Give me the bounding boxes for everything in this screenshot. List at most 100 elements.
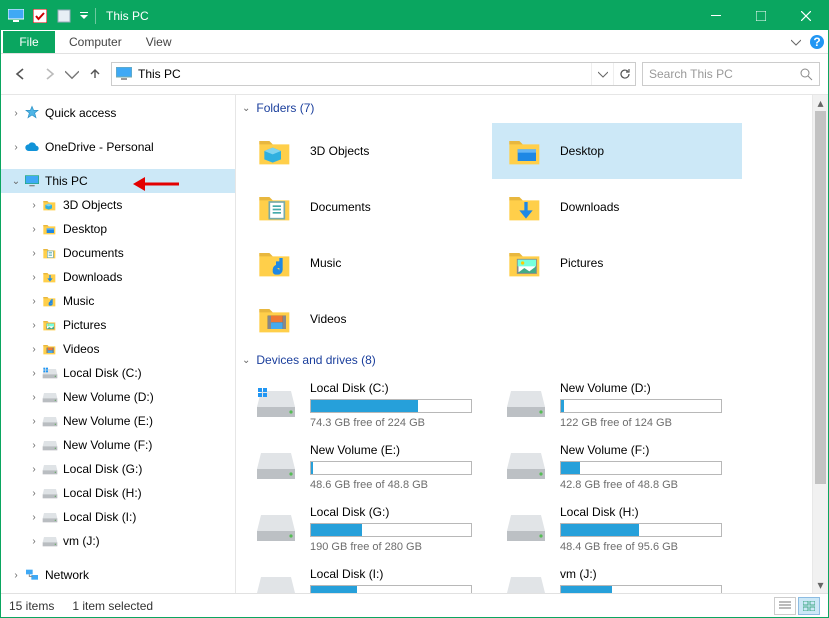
tree-item[interactable]: ›Music [1, 289, 235, 313]
chevron-right-icon[interactable]: › [9, 570, 23, 581]
maximize-button[interactable] [738, 1, 783, 30]
tree-item[interactable]: ›3D Objects [1, 193, 235, 217]
chevron-right-icon[interactable]: › [27, 464, 41, 475]
chevron-right-icon[interactable]: › [27, 416, 41, 427]
tree-item[interactable]: ›Documents [1, 241, 235, 265]
chevron-down-icon[interactable]: ⌄ [242, 103, 250, 114]
chevron-down-icon[interactable]: ⌄ [9, 176, 23, 187]
drive-item[interactable]: vm (J:) 281 GB free of 411 GB [492, 561, 742, 593]
details-view-button[interactable] [774, 597, 796, 615]
view-tab[interactable]: View [134, 30, 184, 53]
scroll-up-icon[interactable]: ▴ [813, 95, 828, 111]
tree-item[interactable]: ›Quick access [1, 101, 235, 125]
chevron-right-icon[interactable]: › [27, 224, 41, 235]
chevron-right-icon[interactable]: › [27, 344, 41, 355]
new-folder-icon[interactable] [53, 5, 75, 27]
chevron-right-icon[interactable]: › [27, 320, 41, 331]
folders-group-header[interactable]: ⌄Folders (7) [242, 95, 812, 123]
tree-item[interactable]: › Local Disk (H:) [1, 481, 235, 505]
folder-item[interactable]: Videos [242, 291, 492, 347]
tree-item-label: Local Disk (H:) [63, 486, 142, 500]
drive-icon [41, 388, 59, 406]
vertical-scrollbar[interactable]: ▴ ▾ [812, 95, 828, 593]
tree-item[interactable]: ›Network [1, 563, 235, 587]
tree-item[interactable]: ›Videos [1, 337, 235, 361]
address-bar[interactable]: This PC [111, 62, 636, 86]
help-icon[interactable]: ? [806, 30, 828, 53]
tree-item[interactable]: ⌄This PC [1, 169, 235, 193]
drive-icon [41, 412, 59, 430]
chevron-right-icon[interactable]: › [27, 248, 41, 259]
folder-item[interactable]: Documents [242, 179, 492, 235]
address-location: This PC [138, 67, 181, 81]
chevron-right-icon[interactable]: › [27, 296, 41, 307]
back-button[interactable] [9, 62, 33, 86]
drive-item[interactable]: New Volume (D:) 122 GB free of 124 GB [492, 375, 742, 437]
chevron-down-icon[interactable]: ⌄ [242, 355, 250, 366]
drive-item[interactable]: Local Disk (I:) 102 GB free of 143 GB [242, 561, 492, 593]
tree-item[interactable]: ›Local Disk (G:) [1, 457, 235, 481]
this-pc-icon [116, 67, 132, 81]
folder-item[interactable]: 3D Objects [242, 123, 492, 179]
drive-item[interactable]: Local Disk (G:) 190 GB free of 280 GB [242, 499, 492, 561]
tree-item[interactable]: ›New Volume (E:) [1, 409, 235, 433]
chevron-right-icon[interactable]: › [27, 488, 41, 499]
ribbon-expand-icon[interactable] [786, 30, 806, 53]
scrollbar-track[interactable] [813, 111, 828, 577]
folder-label: Music [298, 256, 341, 270]
chevron-right-icon[interactable]: › [27, 536, 41, 547]
drive-free-text: 74.3 GB free of 224 GB [310, 417, 472, 429]
chevron-right-icon[interactable]: › [27, 440, 41, 451]
minimize-button[interactable] [693, 1, 738, 30]
scrollbar-thumb[interactable] [815, 111, 826, 484]
tree-item[interactable]: ›New Volume (F:) [1, 433, 235, 457]
recent-locations-button[interactable] [65, 62, 79, 86]
forward-button[interactable] [37, 62, 61, 86]
tree-item[interactable]: ›Downloads [1, 265, 235, 289]
properties-icon[interactable] [29, 5, 51, 27]
navigation-tree[interactable]: ›Quick access ›OneDrive - Personal ⌄This P… [1, 95, 236, 593]
folder-item[interactable]: Pictures [492, 235, 742, 291]
chevron-right-icon[interactable]: › [9, 142, 23, 153]
tree-item[interactable]: ›OneDrive - Personal [1, 135, 235, 159]
file-tab[interactable]: File [3, 31, 55, 53]
chevron-right-icon[interactable]: › [9, 108, 23, 119]
search-placeholder: Search This PC [649, 67, 800, 81]
this-pc-icon[interactable] [5, 5, 27, 27]
computer-tab[interactable]: Computer [57, 30, 134, 53]
drive-icon [254, 381, 298, 425]
search-box[interactable]: Search This PC [642, 62, 820, 86]
drive-icon [504, 567, 548, 593]
chevron-right-icon[interactable]: › [27, 392, 41, 403]
pc-icon [23, 172, 41, 190]
folder-item[interactable]: Desktop [492, 123, 742, 179]
drive-icon [41, 508, 59, 526]
address-dropdown-icon[interactable] [591, 63, 613, 85]
tree-item[interactable]: ›New Volume (D:) [1, 385, 235, 409]
close-button[interactable] [783, 1, 828, 30]
chevron-right-icon[interactable]: › [27, 512, 41, 523]
chevron-right-icon[interactable]: › [27, 368, 41, 379]
drive-item[interactable]: Local Disk (H:) 48.4 GB free of 95.6 GB [492, 499, 742, 561]
tree-item[interactable]: ›Local Disk (I:) [1, 505, 235, 529]
folder-item[interactable]: Music [242, 235, 492, 291]
chevron-right-icon[interactable]: › [27, 272, 41, 283]
tree-item[interactable]: ›vm (J:) [1, 529, 235, 553]
up-button[interactable] [83, 62, 107, 86]
drive-item[interactable]: New Volume (E:) 48.6 GB free of 48.8 GB [242, 437, 492, 499]
folder-item[interactable]: Downloads [492, 179, 742, 235]
tree-item[interactable]: ›Pictures [1, 313, 235, 337]
drive-item[interactable]: Local Disk (C:) 74.3 GB free of 224 GB [242, 375, 492, 437]
scroll-down-icon[interactable]: ▾ [813, 577, 828, 593]
drives-group-header[interactable]: ⌄Devices and drives (8) [242, 347, 812, 375]
tiles-view-button[interactable] [798, 597, 820, 615]
drive-usage-bar [310, 523, 472, 537]
tree-item[interactable]: ›Desktop [1, 217, 235, 241]
refresh-button[interactable] [613, 63, 635, 85]
folder-label: Videos [298, 312, 346, 326]
qat-dropdown-icon[interactable] [77, 5, 91, 27]
chevron-right-icon[interactable]: › [27, 200, 41, 211]
music-icon [254, 241, 298, 285]
tree-item[interactable]: ›Local Disk (C:) [1, 361, 235, 385]
drive-item[interactable]: New Volume (F:) 42.8 GB free of 48.8 GB [492, 437, 742, 499]
